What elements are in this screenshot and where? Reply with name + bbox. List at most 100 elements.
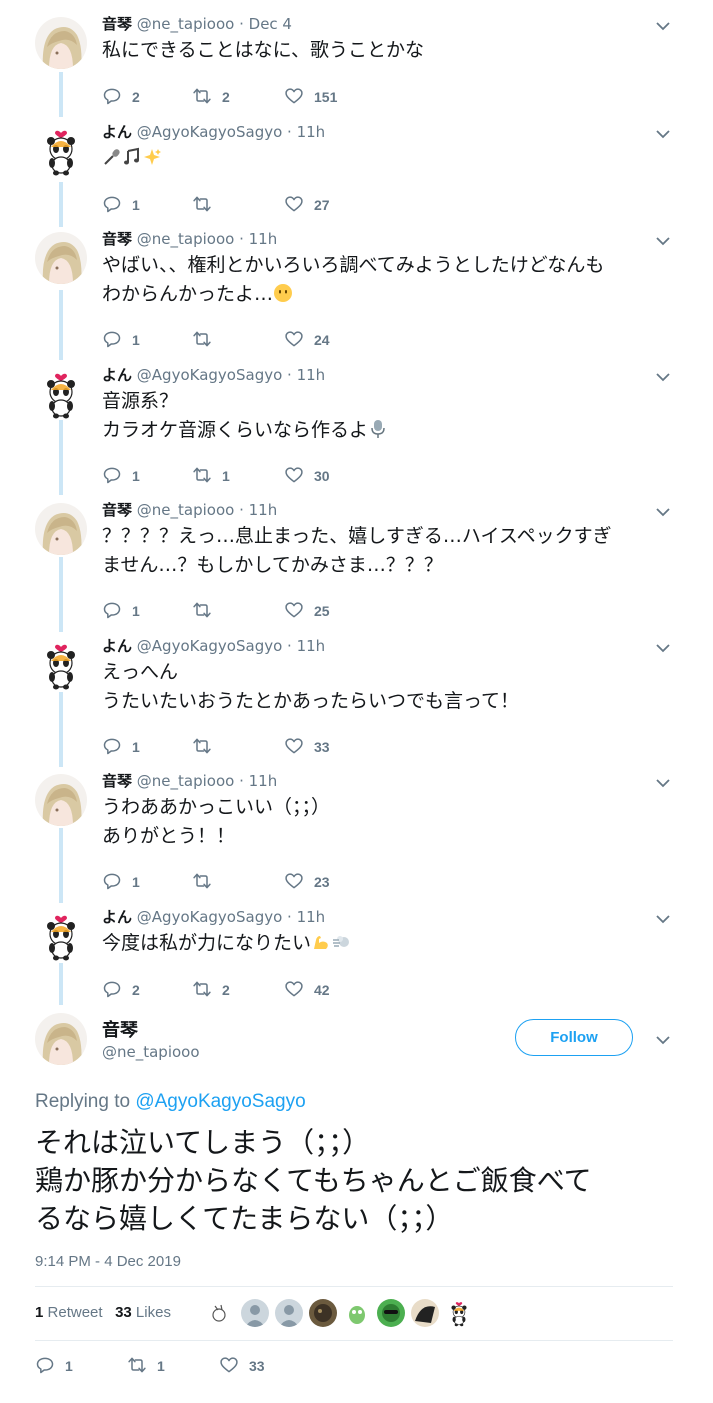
separator-dot: ·	[282, 123, 297, 141]
chevron-down-icon[interactable]	[654, 1031, 672, 1049]
retweet-button[interactable]: 1	[192, 466, 230, 486]
author-name[interactable]: よん	[102, 908, 132, 926]
author-handle[interactable]: @ne_tapiooo	[137, 772, 235, 790]
liker-avatar[interactable]	[445, 1299, 473, 1327]
author-handle[interactable]: @ne_tapiooo	[137, 230, 235, 248]
retweet-button[interactable]	[192, 195, 222, 215]
avatar[interactable]	[35, 368, 87, 420]
chevron-down-icon[interactable]	[654, 503, 672, 521]
tweet-time[interactable]: 11h	[249, 230, 278, 248]
avatar[interactable]	[35, 910, 87, 962]
tweet-time[interactable]: 11h	[297, 123, 326, 141]
author-name[interactable]: よん	[102, 637, 132, 655]
reply-button[interactable]: 1	[102, 737, 140, 757]
author-handle[interactable]: @ne_tapiooo	[102, 1043, 200, 1061]
liker-avatar[interactable]	[275, 1299, 303, 1327]
like-button[interactable]: 23	[284, 872, 330, 892]
reply-button[interactable]: 1	[102, 466, 140, 486]
author-name[interactable]: 音琴	[102, 772, 132, 790]
reply-button[interactable]: 1	[102, 872, 140, 892]
tweet[interactable]: 音琴 @ne_tapiooo · 11h やばい、、権利とかいろいろ調べてみようと…	[0, 220, 713, 348]
chevron-down-icon[interactable]	[654, 774, 672, 792]
retweet-button[interactable]	[192, 872, 222, 892]
tweet-time[interactable]: 11h	[297, 366, 326, 384]
like-button[interactable]: 33	[219, 1356, 265, 1376]
author-name[interactable]: 音琴	[102, 230, 132, 248]
avatar[interactable]	[35, 125, 87, 177]
avatar[interactable]	[35, 1013, 87, 1065]
tweet[interactable]: よん @AgyoKagyoSagyo · 11h 今度は私が力になりたい 2 2 42	[0, 898, 713, 1018]
avatar[interactable]	[35, 639, 87, 691]
retweet-button[interactable]	[192, 601, 222, 621]
chevron-down-icon[interactable]	[654, 368, 672, 386]
author-handle[interactable]: @AgyoKagyoSagyo	[137, 637, 282, 655]
chevron-down-icon[interactable]	[654, 910, 672, 928]
reply-icon	[102, 329, 122, 352]
tweet-time[interactable]: 11h	[297, 637, 326, 655]
follow-button[interactable]: Follow	[515, 1019, 633, 1056]
tweet[interactable]: よん @AgyoKagyoSagyo · 11h 1 27	[0, 113, 713, 233]
chevron-down-icon[interactable]	[654, 17, 672, 35]
reply-button[interactable]: 2	[102, 980, 140, 1000]
tweet-timestamp[interactable]: 9:14 PM - 4 Dec 2019	[35, 1253, 181, 1270]
like-button[interactable]: 151	[284, 87, 337, 107]
retweet-button[interactable]: 2	[192, 980, 230, 1000]
author-handle[interactable]: @ne_tapiooo	[137, 501, 235, 519]
avatar[interactable]	[35, 17, 87, 69]
liker-avatar[interactable]	[309, 1299, 337, 1327]
reply-button[interactable]: 1	[35, 1356, 73, 1376]
liker-avatar[interactable]	[241, 1299, 269, 1327]
like-button[interactable]: 25	[284, 601, 330, 621]
avatar[interactable]	[35, 503, 87, 555]
author-handle[interactable]: @ne_tapiooo	[137, 15, 235, 33]
liker-avatar[interactable]	[377, 1299, 405, 1327]
tweet-header: よん @AgyoKagyoSagyo · 11h	[102, 906, 325, 927]
retweet-button[interactable]	[192, 737, 222, 757]
author-handle[interactable]: @AgyoKagyoSagyo	[137, 366, 282, 384]
chevron-down-icon[interactable]	[654, 125, 672, 143]
liker-avatar[interactable]	[207, 1299, 235, 1327]
reply-button[interactable]: 2	[102, 87, 140, 107]
reply-button[interactable]: 1	[102, 195, 140, 215]
retweet-button[interactable]	[192, 330, 222, 350]
tweet[interactable]: 音琴 @ne_tapiooo · 11h うわああかっこいい（；；） ありがとう！…	[0, 762, 713, 890]
tweet-time[interactable]: 11h	[249, 501, 278, 519]
tweet-time[interactable]: 11h	[297, 908, 326, 926]
reply-button[interactable]: 1	[102, 330, 140, 350]
chevron-down-icon[interactable]	[654, 639, 672, 657]
tweet[interactable]: よん @AgyoKagyoSagyo · 11h えっへん うたいたいおうたとかあ…	[0, 627, 713, 755]
replying-to-link[interactable]: @AgyoKagyoSagyo	[135, 1091, 305, 1112]
author-name[interactable]: 音琴	[102, 1016, 138, 1042]
reply-count: 2	[132, 89, 140, 105]
author-name[interactable]: よん	[102, 366, 132, 384]
tweet[interactable]: よん @AgyoKagyoSagyo · 11h 音源系？ カラオケ音源くらいなら…	[0, 356, 713, 484]
tweet-time[interactable]: Dec 4	[249, 15, 292, 33]
author-handle[interactable]: @AgyoKagyoSagyo	[137, 908, 282, 926]
tweet[interactable]: 音琴 @ne_tapiooo · Dec 4 私にできることはなに、歌うことかな 2…	[0, 5, 713, 125]
liker-avatar[interactable]	[343, 1299, 371, 1327]
like-button[interactable]: 24	[284, 330, 330, 350]
like-button[interactable]: 27	[284, 195, 330, 215]
like-button[interactable]: 30	[284, 466, 330, 486]
like-button[interactable]: 42	[284, 980, 330, 1000]
tweet-time[interactable]: 11h	[249, 772, 278, 790]
reply-count: 1	[132, 468, 140, 484]
liker-avatar[interactable]	[411, 1299, 439, 1327]
author-name[interactable]: 音琴	[102, 15, 132, 33]
author-name[interactable]: 音琴	[102, 501, 132, 519]
likes-stat[interactable]: 33 Likes	[115, 1304, 171, 1321]
retweet-button[interactable]: 1	[127, 1356, 165, 1376]
tweet-header: よん @AgyoKagyoSagyo · 11h	[102, 121, 325, 142]
tweet-header: 音琴 @ne_tapiooo · 11h	[102, 770, 277, 791]
author-handle[interactable]: @AgyoKagyoSagyo	[137, 123, 282, 141]
retweet-stat[interactable]: 1 Retweet	[35, 1304, 103, 1321]
tweet[interactable]: 音琴 @ne_tapiooo · 11h ？？？？えっ…息止まった、嬉しすぎる…ハ…	[0, 491, 713, 619]
like-button[interactable]: 33	[284, 737, 330, 757]
author-name[interactable]: よん	[102, 123, 132, 141]
chevron-down-icon[interactable]	[654, 232, 672, 250]
avatar[interactable]	[35, 232, 87, 284]
avatar[interactable]	[35, 774, 87, 826]
retweet-button[interactable]: 2	[192, 87, 230, 107]
heart-icon	[284, 736, 304, 759]
reply-button[interactable]: 1	[102, 601, 140, 621]
